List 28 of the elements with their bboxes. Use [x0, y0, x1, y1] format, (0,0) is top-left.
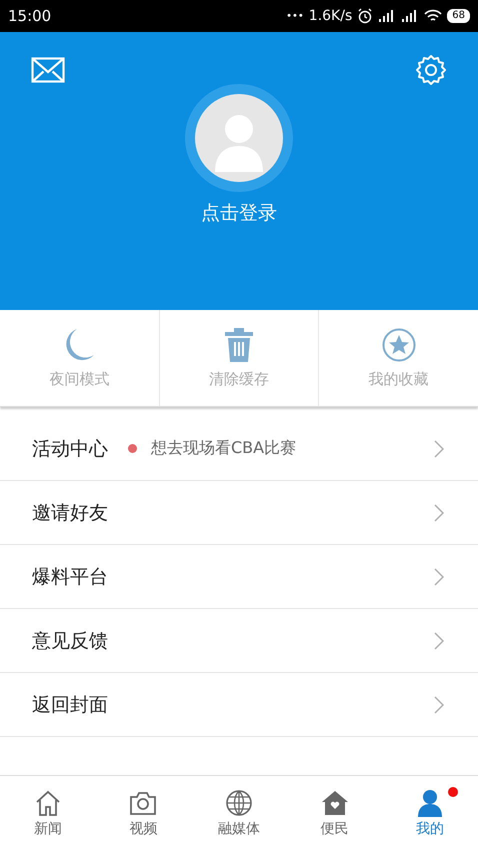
menu-item[interactable]: 意见反馈 [0, 609, 478, 673]
home-icon [34, 788, 62, 816]
chevron-icon [434, 504, 444, 522]
menu-item[interactable]: 活动中心 想去现场看CBA比赛 [0, 417, 478, 481]
trash-icon [225, 328, 253, 362]
chevron-icon [434, 632, 444, 650]
settings-icon[interactable] [415, 54, 447, 86]
mail-icon[interactable] [31, 57, 65, 83]
notification-dots: ••• [286, 10, 304, 22]
avatar-icon[interactable] [195, 94, 283, 182]
chevron-icon [434, 696, 444, 714]
network-speed: 1.6K/s [308, 8, 352, 24]
badge-dot [448, 786, 458, 796]
menu-item[interactable]: 邀请好友 [0, 481, 478, 545]
person-icon [416, 788, 444, 816]
house-icon [320, 788, 349, 816]
chevron-icon [434, 568, 444, 586]
alarm-icon [357, 8, 374, 24]
wifi-icon [424, 9, 442, 23]
status-dot [128, 444, 137, 453]
chevron-icon [434, 440, 444, 458]
menu-item[interactable]: 返回封面 [0, 673, 478, 737]
globe-icon [224, 788, 253, 816]
clock-time: 15:00 [8, 7, 52, 25]
menu-item[interactable]: 爆料平台 [0, 545, 478, 609]
login-link[interactable]: 点击登录 [201, 200, 277, 226]
activity-note: 想去现场看CBA比赛 [151, 438, 298, 459]
battery-indicator: 68 [447, 9, 470, 23]
